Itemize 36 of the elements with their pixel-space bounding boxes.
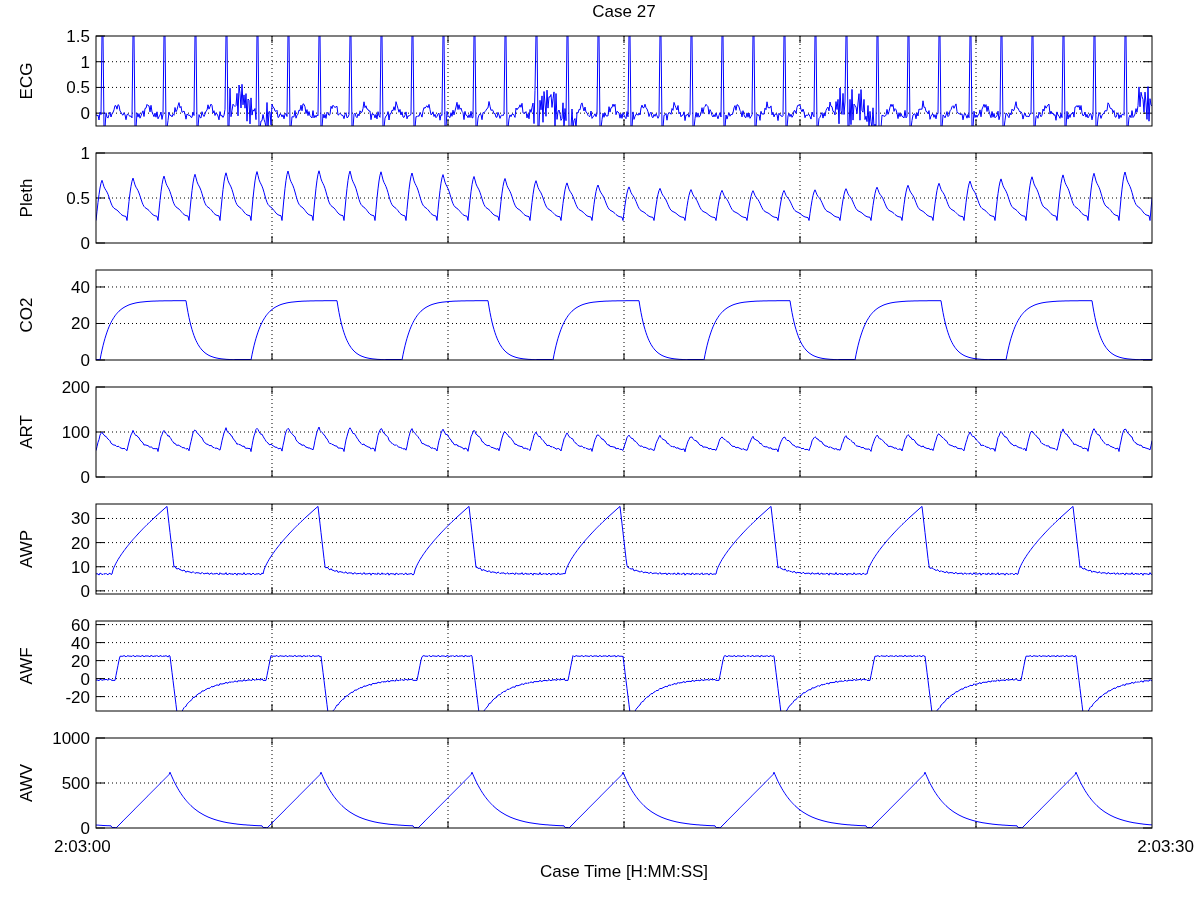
- axis-tick-label: 20: [71, 651, 90, 671]
- axis-tick-label: 0: [80, 351, 90, 370]
- axis-tick-label: -20: [65, 687, 90, 707]
- axis-label: CO2: [17, 297, 36, 333]
- axis-tick-label: 0.5: [66, 78, 90, 98]
- axis-tick-label: 20: [71, 314, 90, 334]
- axis-tick-label: 100: [61, 423, 90, 442]
- axis-tick-label: 1000: [52, 729, 90, 748]
- axis-tick-label: 1: [80, 52, 90, 72]
- axis-label: Case Time [H:MM:SS]: [539, 862, 709, 882]
- axis-tick-label: 0: [80, 669, 90, 689]
- axis-tick-label: 60: [71, 615, 90, 635]
- axis-tick-label: 0: [80, 234, 90, 253]
- axis-tick-label: 40: [71, 633, 90, 653]
- axis-tick-label: 0: [80, 104, 90, 124]
- axis-tick-label: 0: [80, 468, 90, 487]
- axis-label: ECG: [17, 62, 36, 100]
- axis-tick-label: 2:03:00: [54, 837, 111, 857]
- axis-tick-label: 20: [71, 533, 90, 553]
- axis-tick-label: 200: [61, 378, 90, 397]
- axis-label: AWF: [17, 647, 36, 685]
- axis-tick-label: 2:03:30: [1137, 837, 1194, 857]
- axis-label: AWV: [17, 763, 36, 803]
- axis-label: ART: [17, 415, 36, 449]
- axis-label: Pleth: [17, 178, 36, 218]
- axis-tick-label: 10: [71, 557, 90, 577]
- axis-tick-label: 0: [80, 581, 90, 601]
- axis-tick-label: 500: [61, 774, 90, 793]
- axis-tick-label: 1: [80, 144, 90, 163]
- axis-tick-label: 0: [80, 819, 90, 838]
- axis-tick-label: 1.5: [66, 27, 90, 46]
- chart-title: Case 27: [592, 1, 656, 23]
- axis-label: AWP: [17, 529, 36, 569]
- axis-tick-label: 40: [71, 278, 90, 297]
- axis-tick-label: 30: [71, 509, 90, 529]
- axis-tick-label: 0.5: [66, 189, 90, 208]
